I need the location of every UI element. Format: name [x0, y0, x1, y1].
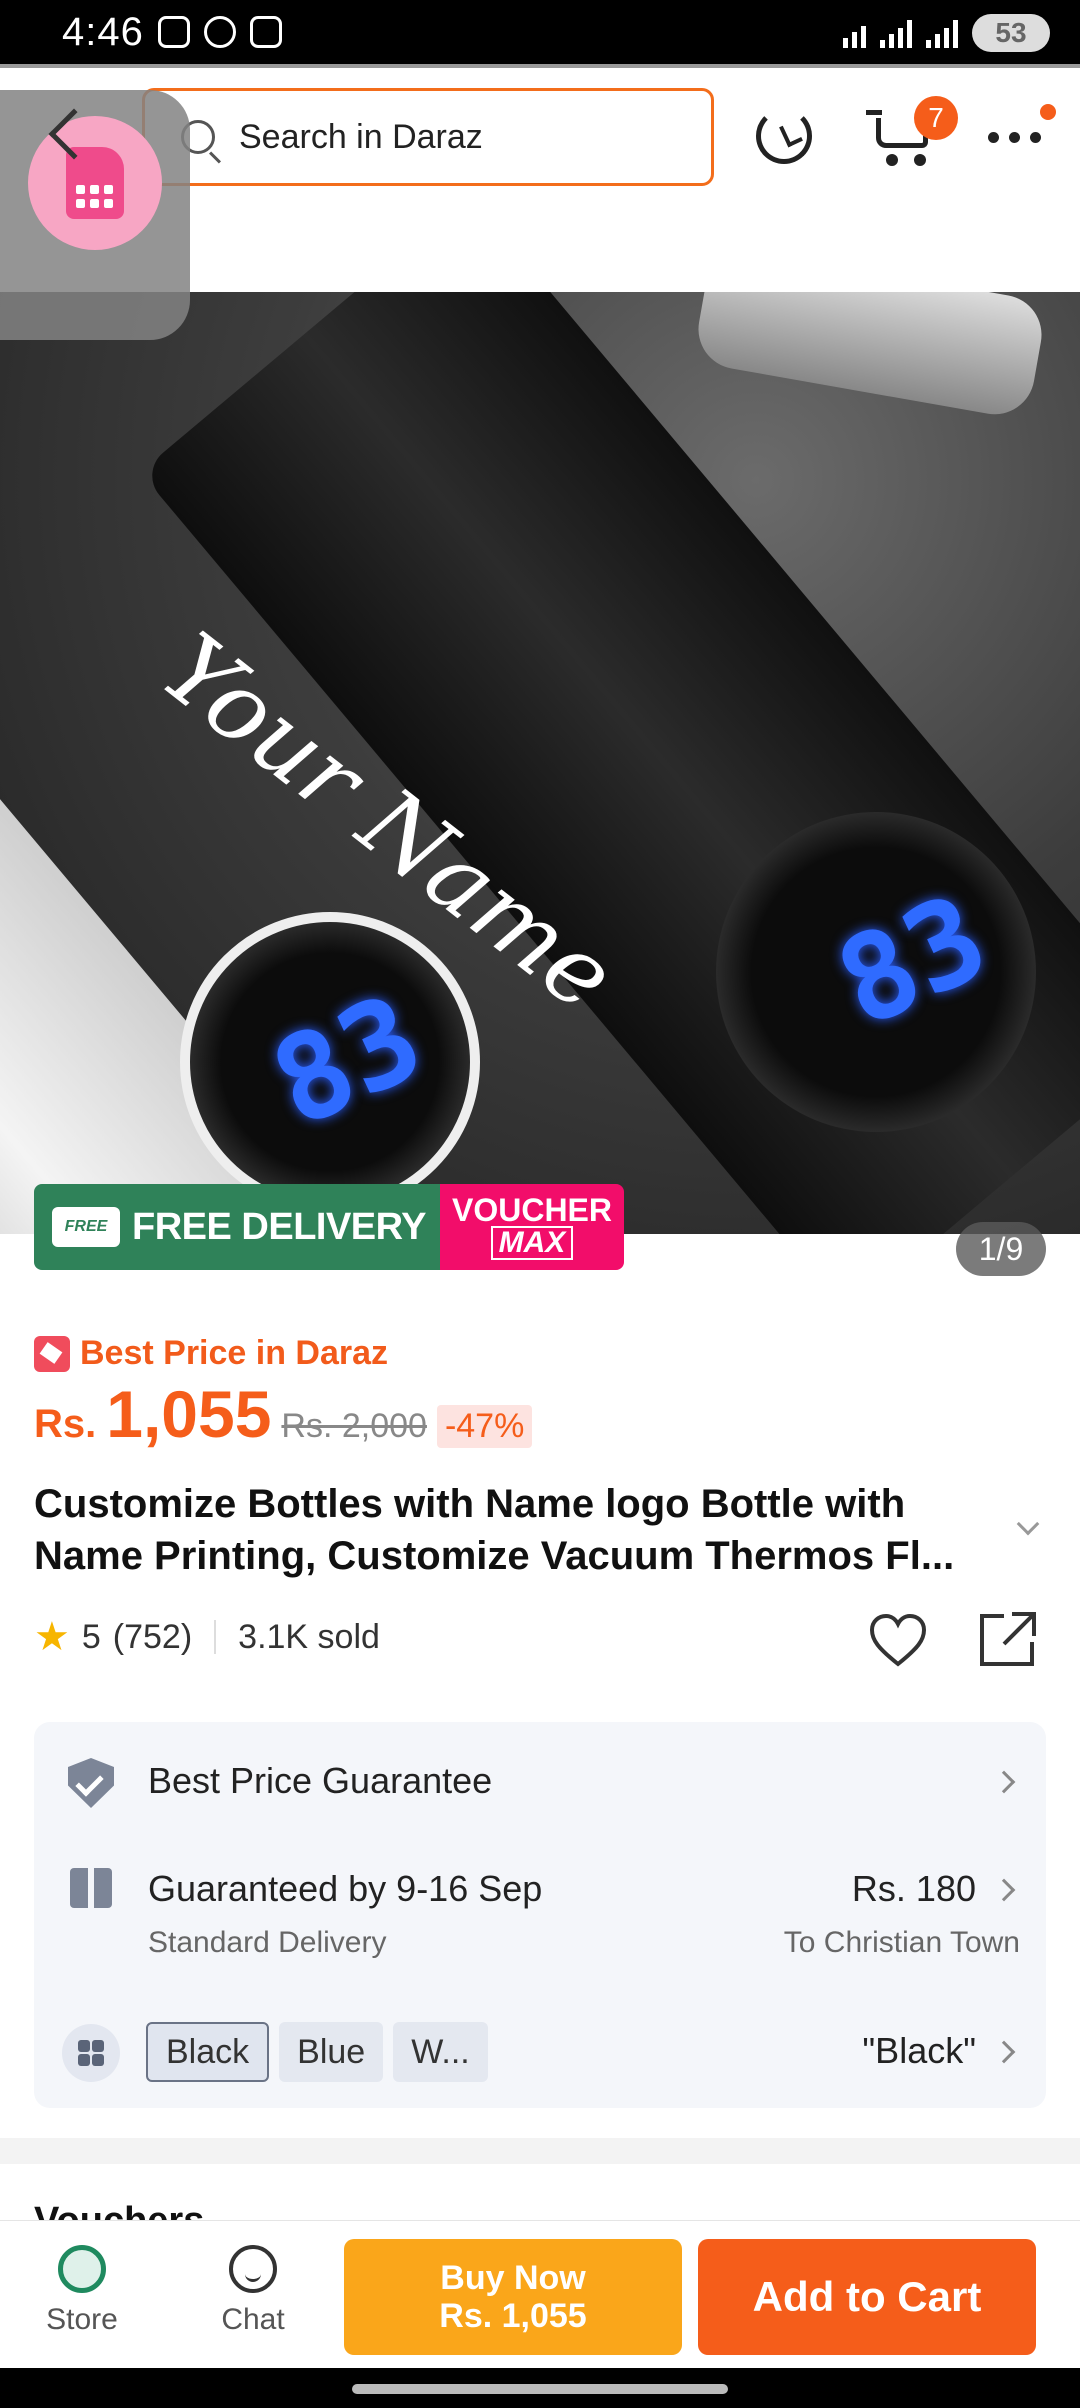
chevron-down-icon[interactable]	[1016, 1512, 1040, 1536]
delivery-fee: Rs. 180	[851, 1868, 976, 1909]
cart-count-badge: 7	[914, 96, 958, 140]
add-to-cart-button[interactable]: Add to Cart	[698, 2239, 1036, 2355]
refresh-icon[interactable]	[756, 108, 812, 164]
price-currency: Rs.	[34, 1402, 97, 1446]
price-tag-icon	[34, 1335, 70, 1372]
product-title[interactable]: Customize Bottles with Name logo Bottle …	[34, 1478, 1014, 1582]
section-divider	[0, 2138, 1080, 2164]
product-image-gallery[interactable]: Your Name 83 83	[0, 292, 1080, 1234]
store-button[interactable]: Store	[22, 2245, 142, 2337]
delivery-date[interactable]: Guaranteed by 9-16 Sep	[148, 1868, 542, 1910]
original-price: Rs. 2,000	[281, 1407, 427, 1445]
shield-check-icon	[68, 1758, 114, 1808]
buy-now-button[interactable]: Buy Now Rs. 1,055	[344, 2239, 682, 2355]
wifi-icon	[843, 18, 866, 48]
variant-chip[interactable]: Blue	[279, 2022, 384, 2082]
best-price-badge: Best Price in Daraz	[34, 1334, 388, 1373]
chevron-right-icon[interactable]	[992, 1878, 1016, 1902]
discount-badge: -47%	[436, 1405, 533, 1448]
delivery-truck-icon: FREE	[52, 1207, 120, 1247]
search-input[interactable]: Search in Daraz	[142, 88, 714, 186]
system-nav-bar	[0, 2368, 1080, 2408]
variant-grid-icon	[62, 2024, 120, 2082]
battery-icon: 53	[972, 14, 1050, 52]
screenshot-icon	[158, 16, 190, 48]
variant-chip[interactable]: Black	[146, 2022, 270, 2082]
delivery-type: Standard Delivery	[148, 1926, 387, 1959]
whatsapp-icon	[204, 16, 236, 48]
best-price-guarantee[interactable]: Best Price Guarantee	[148, 1760, 492, 1802]
search-placeholder: Search in Daraz	[239, 117, 483, 156]
price-row: Rs. 1,055 Rs. 2,000 -47%	[34, 1376, 533, 1452]
car-key-image	[692, 292, 1048, 421]
chat-icon	[229, 2245, 277, 2293]
review-count: (752)	[112, 1617, 193, 1656]
promo-banner: FREE FREE DELIVERY VOUCHER MAX	[34, 1184, 624, 1270]
variant-chips: Black Blue W...	[146, 2022, 488, 2082]
floating-sim-button[interactable]	[0, 90, 190, 340]
status-time: 4:46	[62, 10, 144, 54]
delivery-info-card: Best Price Guarantee Guaranteed by 9-16 …	[34, 1722, 1046, 2108]
rating-value: 5	[81, 1617, 101, 1656]
home-gesture-bar[interactable]	[352, 2384, 728, 2394]
selected-variant[interactable]: "Black"	[862, 2030, 976, 2072]
signal-icon	[926, 18, 958, 48]
delivery-location[interactable]: To Christian Town	[784, 1926, 1020, 1960]
variant-chip[interactable]: W...	[393, 2022, 488, 2082]
price-amount: 1,055	[106, 1377, 272, 1451]
instagram-icon	[250, 16, 282, 48]
top-header: Search in Daraz 7	[0, 64, 1080, 340]
store-icon	[58, 2245, 106, 2293]
voucher-max-badge: VOUCHER MAX	[440, 1184, 624, 1270]
bottom-action-bar: Store Chat Buy Now Rs. 1,055 Add to Cart	[0, 2220, 1080, 2368]
chat-button[interactable]: Chat	[193, 2245, 313, 2337]
star-icon: ★	[34, 1615, 70, 1659]
notification-dot	[1040, 104, 1056, 120]
package-icon	[70, 1868, 112, 1908]
sold-count: 3.1K sold	[238, 1617, 380, 1656]
more-icon[interactable]	[988, 132, 1041, 143]
rating-row[interactable]: ★ 5 (752) 3.1K sold	[34, 1614, 380, 1660]
wishlist-heart-icon[interactable]	[868, 1612, 928, 1668]
status-bar: 4:46 53	[0, 0, 1080, 64]
signal-icon	[880, 18, 912, 48]
share-icon[interactable]	[976, 1610, 1038, 1670]
chevron-right-icon[interactable]	[992, 1770, 1016, 1794]
chevron-right-icon[interactable]	[992, 2040, 1016, 2064]
image-counter: 1/9	[956, 1222, 1046, 1276]
free-delivery-label: FREE DELIVERY	[132, 1205, 427, 1248]
